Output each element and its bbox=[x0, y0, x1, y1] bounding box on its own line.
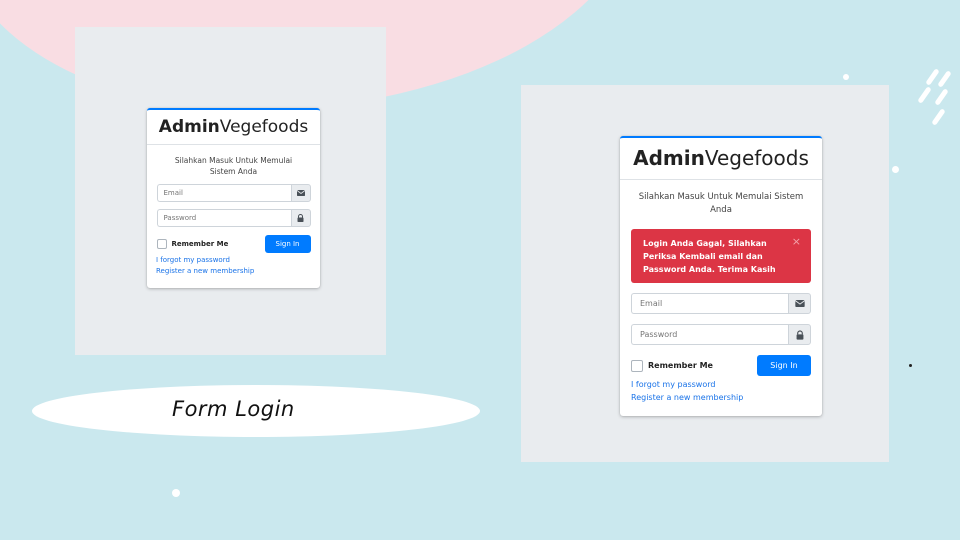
login-box-message: Silahkan Masuk Untuk Memulai Sistem Anda bbox=[174, 156, 293, 176]
login-box-message: Silahkan Masuk Untuk Memulai Sistem Anda bbox=[638, 192, 804, 215]
email-input[interactable] bbox=[156, 184, 291, 202]
register-link[interactable]: Register a new membership bbox=[620, 393, 822, 402]
remember-checkbox[interactable] bbox=[631, 359, 643, 372]
decor-stroke bbox=[931, 108, 946, 126]
lock-icon bbox=[788, 324, 811, 345]
brand-regular: Vegefoods bbox=[219, 117, 309, 137]
sign-in-button[interactable]: Sign In bbox=[264, 235, 311, 253]
login-error-alert: Login Anda Gagal, Silahkan Periksa Kemba… bbox=[631, 229, 811, 283]
password-input[interactable] bbox=[631, 324, 788, 345]
sign-in-button[interactable]: Sign In bbox=[757, 355, 811, 376]
decor-dot bbox=[843, 74, 849, 80]
password-input-group bbox=[156, 209, 311, 227]
remember-me[interactable]: Remember Me bbox=[156, 239, 229, 249]
alert-message: Login Anda Gagal, Silahkan Periksa Kemba… bbox=[643, 239, 776, 274]
decor-dot bbox=[892, 166, 899, 173]
remember-me[interactable]: Remember Me bbox=[631, 359, 713, 372]
remember-signin-row: Remember Me Sign In bbox=[156, 235, 311, 253]
remember-label: Remember Me bbox=[648, 361, 713, 370]
decor-dot bbox=[172, 489, 180, 497]
email-input-group bbox=[631, 293, 811, 314]
lock-icon bbox=[290, 209, 311, 227]
password-input-group bbox=[631, 324, 811, 345]
forgot-password-link[interactable]: I forgot my password bbox=[147, 256, 320, 264]
login-card-body: Silahkan Masuk Untuk Memulai Sistem Anda… bbox=[620, 180, 822, 402]
remember-label: Remember Me bbox=[171, 240, 229, 248]
decor-stroke bbox=[917, 86, 932, 104]
login-card-error: AdminVegefoods Silahkan Masuk Untuk Memu… bbox=[620, 136, 822, 416]
brand-regular: Vegefoods bbox=[704, 146, 809, 170]
login-logo[interactable]: AdminVegefoods bbox=[620, 138, 822, 180]
decor-stroke bbox=[937, 70, 952, 88]
slide-caption: Form Login bbox=[172, 397, 295, 421]
decor-dot bbox=[909, 364, 912, 367]
register-link[interactable]: Register a new membership bbox=[147, 267, 320, 275]
login-card: AdminVegefoods Silahkan Masuk Untuk Memu… bbox=[147, 108, 320, 288]
envelope-icon bbox=[290, 184, 311, 202]
login-logo[interactable]: AdminVegefoods bbox=[147, 110, 320, 145]
brand-bold: Admin bbox=[158, 117, 220, 137]
login-card-body: Silahkan Masuk Untuk Memulai Sistem Anda… bbox=[147, 145, 320, 275]
envelope-icon bbox=[788, 293, 811, 314]
decor-stroke bbox=[934, 88, 949, 106]
alert-close-icon[interactable]: × bbox=[792, 235, 801, 248]
remember-checkbox[interactable] bbox=[156, 239, 167, 249]
email-input-group bbox=[156, 184, 311, 202]
email-input[interactable] bbox=[631, 293, 788, 314]
forgot-password-link[interactable]: I forgot my password bbox=[620, 380, 822, 389]
brand-bold: Admin bbox=[633, 146, 705, 170]
remember-signin-row: Remember Me Sign In bbox=[631, 355, 811, 376]
password-input[interactable] bbox=[156, 209, 291, 227]
